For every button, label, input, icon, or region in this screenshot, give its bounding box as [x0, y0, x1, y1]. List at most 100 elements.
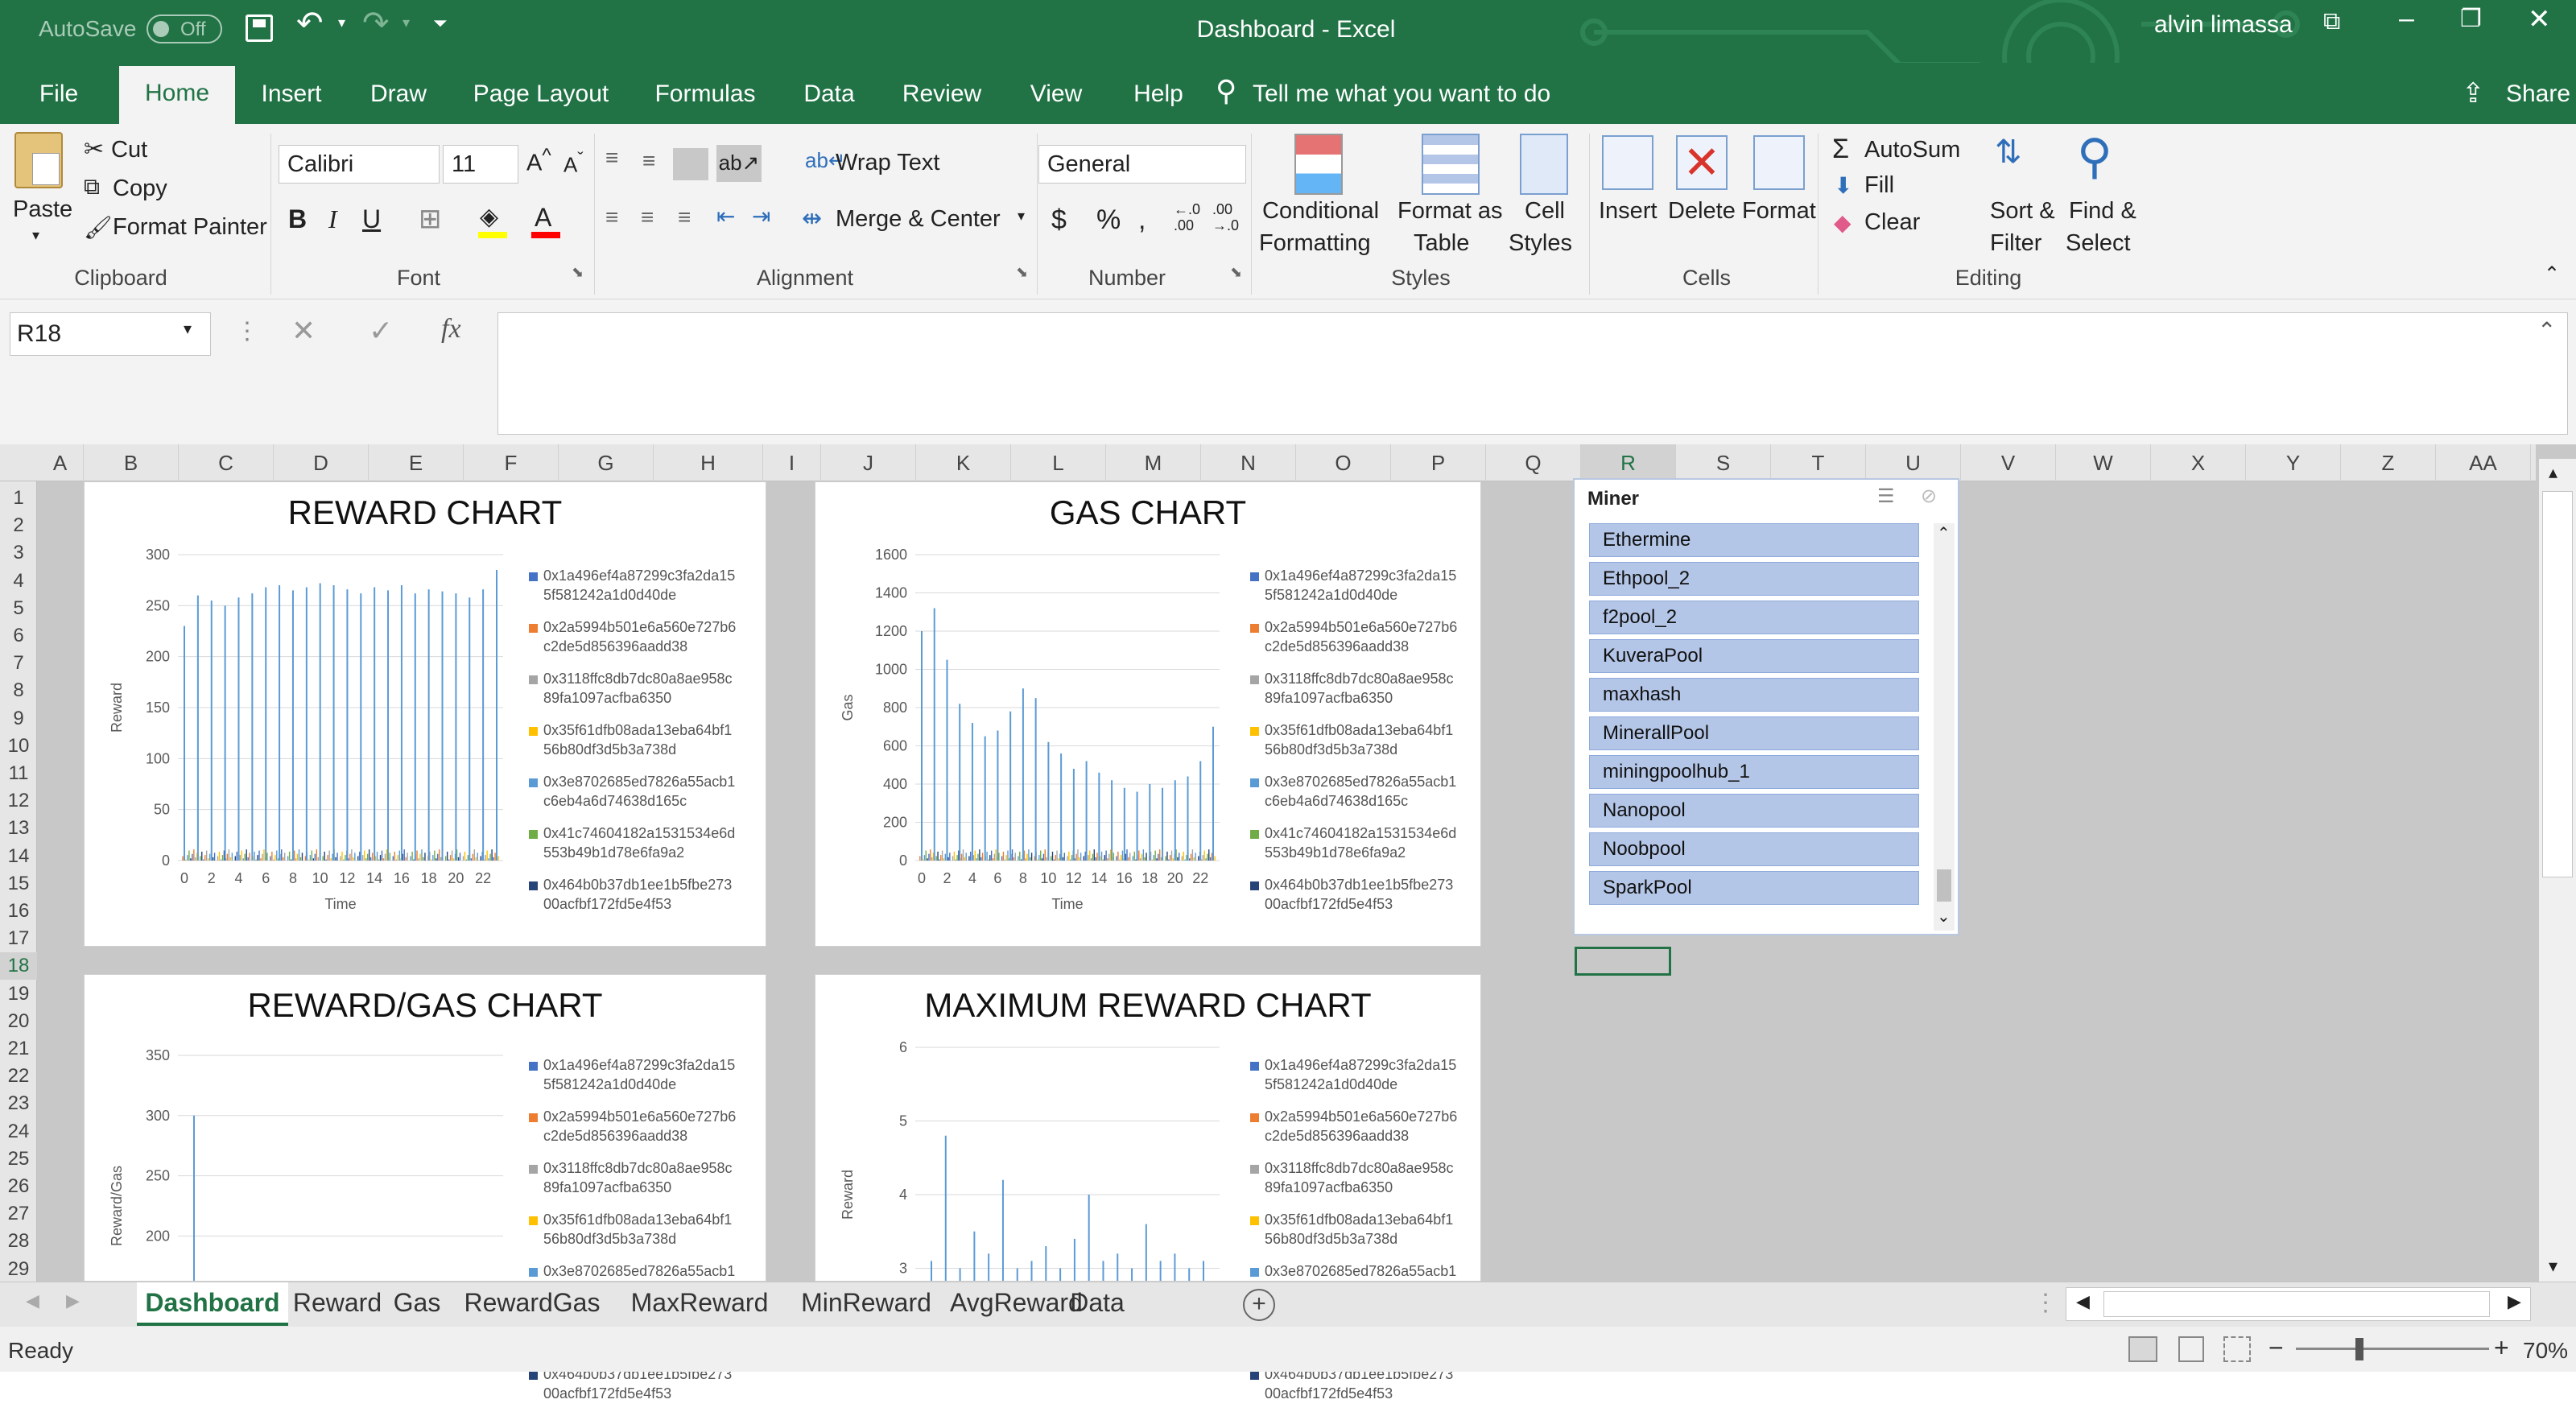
slicer-item[interactable]: f2pool_2	[1589, 601, 1919, 634]
format-cells-icon[interactable]	[1753, 135, 1805, 190]
slicer-scrollbar[interactable]: ⌃ ⌄	[1934, 523, 1955, 931]
row-header[interactable]: 17	[0, 925, 37, 952]
format-as-label[interactable]: Format as	[1397, 198, 1503, 225]
row-header[interactable]: 6	[0, 622, 37, 650]
conditional-formatting-icon[interactable]	[1294, 134, 1343, 195]
cut-button[interactable]: Cut	[111, 137, 147, 163]
cell-styles-icon[interactable]	[1520, 134, 1568, 195]
slicer-item[interactable]: SparkPool	[1589, 871, 1919, 905]
align-right-icon[interactable]: ≡	[678, 204, 691, 230]
reward-gas-chart[interactable]: REWARD/GAS CHART 350300250200150100Rewar…	[84, 974, 766, 1402]
horizontal-scrollbar[interactable]: ◀ ▶	[2066, 1287, 2531, 1321]
scroll-thumb[interactable]	[1937, 869, 1951, 902]
select-label[interactable]: Select	[2066, 230, 2131, 257]
row-header[interactable]: 18	[0, 952, 37, 980]
sheet-tab-maxreward[interactable]: MaxReward	[617, 1282, 782, 1326]
column-header[interactable]: U	[1866, 444, 1961, 481]
slicer-item[interactable]: Ethermine	[1589, 523, 1919, 557]
format-painter-icon[interactable]: 🖌	[84, 214, 113, 241]
column-header[interactable]: K	[916, 444, 1011, 481]
tab-file[interactable]: File	[0, 77, 118, 124]
tab-formulas[interactable]: Formulas	[641, 77, 770, 124]
column-header[interactable]: A	[37, 444, 84, 481]
paste-icon[interactable]	[14, 132, 63, 188]
column-header[interactable]: H	[654, 444, 763, 481]
slicer-item[interactable]: miningpoolhub_1	[1589, 755, 1919, 789]
tab-draw[interactable]: Draw	[354, 77, 443, 124]
undo-dropdown-icon[interactable]: ▾	[338, 14, 345, 31]
tab-help[interactable]: Help	[1122, 77, 1195, 124]
paste-dropdown-icon[interactable]: ▾	[32, 227, 39, 244]
bottom-align-icon[interactable]	[673, 148, 708, 180]
delete-cells-icon[interactable]: ✕	[1676, 135, 1728, 190]
wrap-text-button[interactable]: Wrap Text	[836, 150, 939, 176]
scroll-down-icon[interactable]: ▾	[2549, 1256, 2557, 1277]
page-break-view-icon[interactable]	[2223, 1336, 2251, 1362]
tab-data[interactable]: Data	[789, 77, 869, 124]
row-header[interactable]: 26	[0, 1173, 37, 1200]
undo-icon[interactable]: ↶	[296, 5, 324, 42]
column-header[interactable]: O	[1296, 444, 1391, 481]
autosave-toggle[interactable]: Off	[147, 14, 222, 43]
column-header[interactable]: Z	[2341, 444, 2436, 481]
row-header[interactable]: 14	[0, 843, 37, 870]
italic-icon[interactable]: I	[328, 204, 337, 234]
row-header[interactable]: 28	[0, 1228, 37, 1255]
row-header[interactable]: 7	[0, 650, 37, 677]
comma-icon[interactable]: ,	[1138, 204, 1146, 236]
row-header[interactable]: 20	[0, 1008, 37, 1035]
scroll-thumb[interactable]	[2103, 1291, 2490, 1317]
column-header[interactable]: T	[1771, 444, 1866, 481]
align-center-icon[interactable]: ≡	[641, 204, 654, 230]
row-header[interactable]: 3	[0, 539, 37, 567]
column-header[interactable]: I	[763, 444, 821, 481]
alignment-dialog-icon[interactable]: ⬊	[1016, 264, 1028, 281]
row-header[interactable]: 4	[0, 568, 37, 595]
scroll-down-icon[interactable]: ⌄	[1937, 906, 1951, 927]
tab-insert[interactable]: Insert	[242, 77, 341, 124]
column-header[interactable]: R	[1581, 444, 1676, 481]
sort-label[interactable]: Sort &	[1990, 198, 2055, 225]
sheet-tab-dashboard[interactable]: Dashboard	[137, 1282, 288, 1326]
name-box[interactable]: R18	[10, 312, 211, 356]
bold-icon[interactable]: B	[288, 204, 307, 234]
orientation-icon[interactable]: ab↗	[716, 145, 762, 182]
restore-icon[interactable]: ❐	[2460, 5, 2482, 33]
column-header[interactable]: P	[1391, 444, 1486, 481]
close-icon[interactable]: ✕	[2528, 3, 2551, 35]
sheet-tab-reward[interactable]: Reward	[290, 1282, 385, 1326]
middle-align-icon[interactable]: ≡	[642, 148, 655, 174]
fill-button[interactable]: Fill	[1864, 172, 1894, 199]
clear-icon[interactable]: ◆	[1834, 209, 1852, 236]
row-header[interactable]: 2	[0, 512, 37, 539]
row-header[interactable]: 22	[0, 1063, 37, 1090]
ribbon-display-icon[interactable]: ⧉	[2323, 8, 2340, 35]
sort-filter-icon[interactable]: ⇅	[1995, 134, 2022, 171]
align-left-icon[interactable]: ≡	[605, 204, 618, 230]
sheet-tab-data[interactable]: Data	[1061, 1282, 1133, 1326]
slicer-item[interactable]: Ethpool_2	[1589, 562, 1919, 596]
scroll-up-icon[interactable]: ⌃	[1937, 523, 1951, 543]
active-cell[interactable]	[1575, 947, 1671, 976]
sheet-tab-rewardgas[interactable]: RewardGas	[449, 1282, 615, 1326]
minimize-icon[interactable]: –	[2399, 3, 2414, 35]
zoom-level[interactable]: 70%	[2523, 1338, 2568, 1364]
font-color-icon[interactable]: A	[535, 203, 551, 233]
tell-me-search[interactable]: Tell me what you want to do	[1253, 77, 1575, 124]
row-header[interactable]: 24	[0, 1118, 37, 1146]
user-name[interactable]: alvin limassa	[2154, 11, 2293, 39]
share-icon[interactable]: ⇪	[2462, 77, 2485, 109]
row-header[interactable]: 8	[0, 677, 37, 704]
sheet-tab-minreward[interactable]: MinReward	[784, 1282, 948, 1326]
row-header[interactable]: 11	[0, 760, 37, 787]
increase-decimal-icon[interactable]: ←.0.00	[1174, 201, 1200, 233]
top-align-icon[interactable]: ≡	[605, 145, 618, 171]
zoom-slider-thumb[interactable]	[2355, 1338, 2363, 1360]
row-header[interactable]: 1	[0, 485, 37, 512]
enter-icon[interactable]: ✓	[369, 314, 393, 348]
save-icon[interactable]	[246, 14, 273, 42]
percent-icon[interactable]: %	[1096, 204, 1121, 236]
row-header[interactable]: 5	[0, 595, 37, 622]
styles-button-label[interactable]: Styles	[1509, 230, 1572, 257]
font-dialog-icon[interactable]: ⬊	[572, 264, 584, 281]
